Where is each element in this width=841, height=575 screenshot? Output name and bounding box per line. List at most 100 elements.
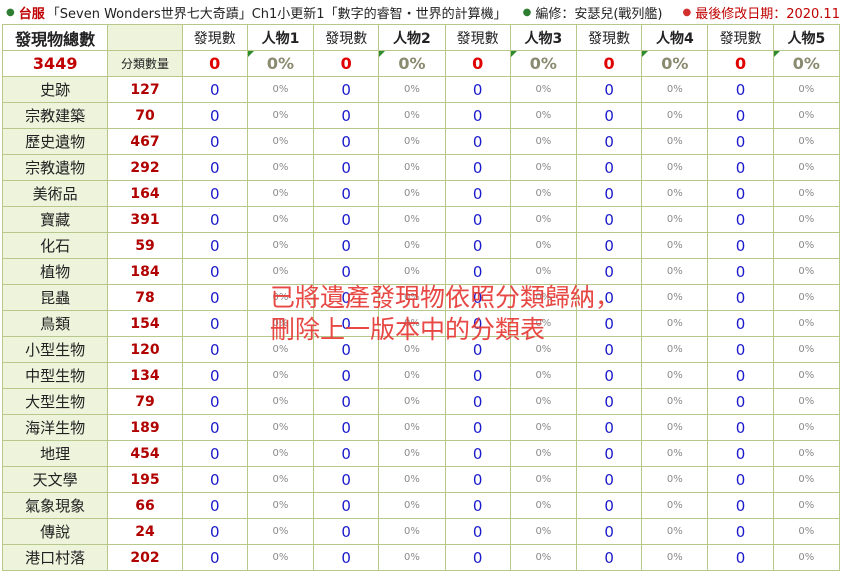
category-count-cell[interactable]: 59 — [107, 232, 183, 259]
found-header[interactable]: 發現數 — [313, 24, 380, 51]
found-percent-cell[interactable]: 0% — [509, 102, 578, 129]
found-percent-cell[interactable]: 0% — [509, 180, 578, 207]
found-count-cell[interactable]: 0 — [575, 154, 643, 181]
percent-total[interactable]: 0% — [378, 50, 446, 77]
category-count-cell[interactable]: 154 — [107, 310, 183, 337]
found-percent-cell[interactable]: 0% — [378, 492, 446, 519]
found-percent-cell[interactable]: 0% — [246, 206, 315, 233]
found-percent-cell[interactable]: 0% — [246, 284, 315, 311]
found-percent-cell[interactable]: 0% — [772, 206, 841, 233]
found-percent-cell[interactable]: 0% — [509, 388, 578, 415]
found-percent-cell[interactable]: 0% — [378, 102, 446, 129]
header-blank-cell[interactable] — [107, 24, 183, 51]
found-percent-cell[interactable]: 0% — [246, 102, 315, 129]
found-percent-cell[interactable]: 0% — [378, 180, 446, 207]
found-percent-cell[interactable]: 0% — [772, 388, 841, 415]
category-name-cell[interactable]: 中型生物 — [1, 362, 109, 389]
found-count-cell[interactable]: 0 — [181, 440, 248, 467]
found-count-cell[interactable]: 0 — [444, 388, 511, 415]
found-percent-cell[interactable]: 0% — [772, 466, 841, 493]
found-count-cell[interactable]: 0 — [313, 414, 380, 441]
found-count-cell[interactable]: 0 — [313, 336, 380, 363]
found-header[interactable]: 發現數 — [181, 24, 248, 51]
category-count-cell[interactable]: 454 — [107, 440, 183, 467]
found-percent-cell[interactable]: 0% — [378, 414, 446, 441]
found-count-cell[interactable]: 0 — [313, 180, 380, 207]
category-count-cell[interactable]: 24 — [107, 518, 183, 545]
category-count-cell[interactable]: 189 — [107, 414, 183, 441]
found-count-cell[interactable]: 0 — [181, 76, 248, 103]
found-total[interactable]: 0 — [444, 50, 511, 77]
found-percent-cell[interactable]: 0% — [772, 154, 841, 181]
found-count-cell[interactable]: 0 — [444, 206, 511, 233]
found-count-cell[interactable]: 0 — [181, 388, 248, 415]
found-count-cell[interactable]: 0 — [313, 284, 380, 311]
found-percent-cell[interactable]: 0% — [641, 388, 709, 415]
found-count-cell[interactable]: 0 — [575, 362, 643, 389]
found-percent-cell[interactable]: 0% — [509, 310, 578, 337]
found-percent-cell[interactable]: 0% — [378, 232, 446, 259]
found-total[interactable]: 0 — [181, 50, 248, 77]
found-count-cell[interactable]: 0 — [575, 440, 643, 467]
found-percent-cell[interactable]: 0% — [772, 362, 841, 389]
found-header[interactable]: 發現數 — [575, 24, 643, 51]
category-name-cell[interactable]: 宗教建築 — [1, 102, 109, 129]
found-percent-cell[interactable]: 0% — [772, 232, 841, 259]
found-percent-cell[interactable]: 0% — [378, 440, 446, 467]
found-percent-cell[interactable]: 0% — [509, 492, 578, 519]
found-count-cell[interactable]: 0 — [181, 258, 248, 285]
found-percent-cell[interactable]: 0% — [641, 258, 709, 285]
found-percent-cell[interactable]: 0% — [378, 76, 446, 103]
found-count-cell[interactable]: 0 — [444, 102, 511, 129]
found-percent-cell[interactable]: 0% — [772, 258, 841, 285]
found-count-cell[interactable]: 0 — [313, 518, 380, 545]
found-percent-cell[interactable]: 0% — [378, 466, 446, 493]
found-percent-cell[interactable]: 0% — [772, 310, 841, 337]
percent-total[interactable]: 0% — [509, 50, 578, 77]
found-count-cell[interactable]: 0 — [444, 492, 511, 519]
found-count-cell[interactable]: 0 — [575, 180, 643, 207]
category-name-cell[interactable]: 海洋生物 — [1, 414, 109, 441]
found-percent-cell[interactable]: 0% — [641, 102, 709, 129]
found-total[interactable]: 0 — [575, 50, 643, 77]
total-value[interactable]: 3449 — [1, 50, 109, 77]
found-percent-cell[interactable]: 0% — [246, 492, 315, 519]
category-count-cell[interactable]: 134 — [107, 362, 183, 389]
found-count-cell[interactable]: 0 — [444, 76, 511, 103]
found-count-cell[interactable]: 0 — [181, 414, 248, 441]
found-count-cell[interactable]: 0 — [181, 102, 248, 129]
found-percent-cell[interactable]: 0% — [246, 362, 315, 389]
found-count-cell[interactable]: 0 — [707, 180, 774, 207]
found-count-cell[interactable]: 0 — [181, 518, 248, 545]
found-percent-cell[interactable]: 0% — [246, 544, 315, 571]
found-count-cell[interactable]: 0 — [707, 232, 774, 259]
found-percent-cell[interactable]: 0% — [509, 440, 578, 467]
found-percent-cell[interactable]: 0% — [772, 544, 841, 571]
found-total[interactable]: 0 — [707, 50, 774, 77]
percent-total[interactable]: 0% — [772, 50, 841, 77]
found-percent-cell[interactable]: 0% — [246, 466, 315, 493]
found-percent-cell[interactable]: 0% — [772, 102, 841, 129]
found-count-cell[interactable]: 0 — [313, 492, 380, 519]
found-percent-cell[interactable]: 0% — [772, 492, 841, 519]
found-count-cell[interactable]: 0 — [181, 284, 248, 311]
found-percent-cell[interactable]: 0% — [246, 518, 315, 545]
found-count-cell[interactable]: 0 — [444, 284, 511, 311]
found-percent-cell[interactable]: 0% — [509, 414, 578, 441]
found-percent-cell[interactable]: 0% — [641, 232, 709, 259]
found-count-cell[interactable]: 0 — [575, 518, 643, 545]
found-count-cell[interactable]: 0 — [181, 206, 248, 233]
found-percent-cell[interactable]: 0% — [509, 128, 578, 155]
category-name-cell[interactable]: 史跡 — [1, 76, 109, 103]
found-percent-cell[interactable]: 0% — [378, 258, 446, 285]
found-percent-cell[interactable]: 0% — [772, 76, 841, 103]
found-count-cell[interactable]: 0 — [313, 466, 380, 493]
character-header[interactable]: 人物5 — [772, 24, 841, 51]
found-count-cell[interactable]: 0 — [181, 232, 248, 259]
found-percent-cell[interactable]: 0% — [378, 544, 446, 571]
found-count-cell[interactable]: 0 — [575, 284, 643, 311]
found-count-cell[interactable]: 0 — [181, 310, 248, 337]
found-percent-cell[interactable]: 0% — [509, 518, 578, 545]
found-count-cell[interactable]: 0 — [707, 362, 774, 389]
found-count-cell[interactable]: 0 — [181, 362, 248, 389]
